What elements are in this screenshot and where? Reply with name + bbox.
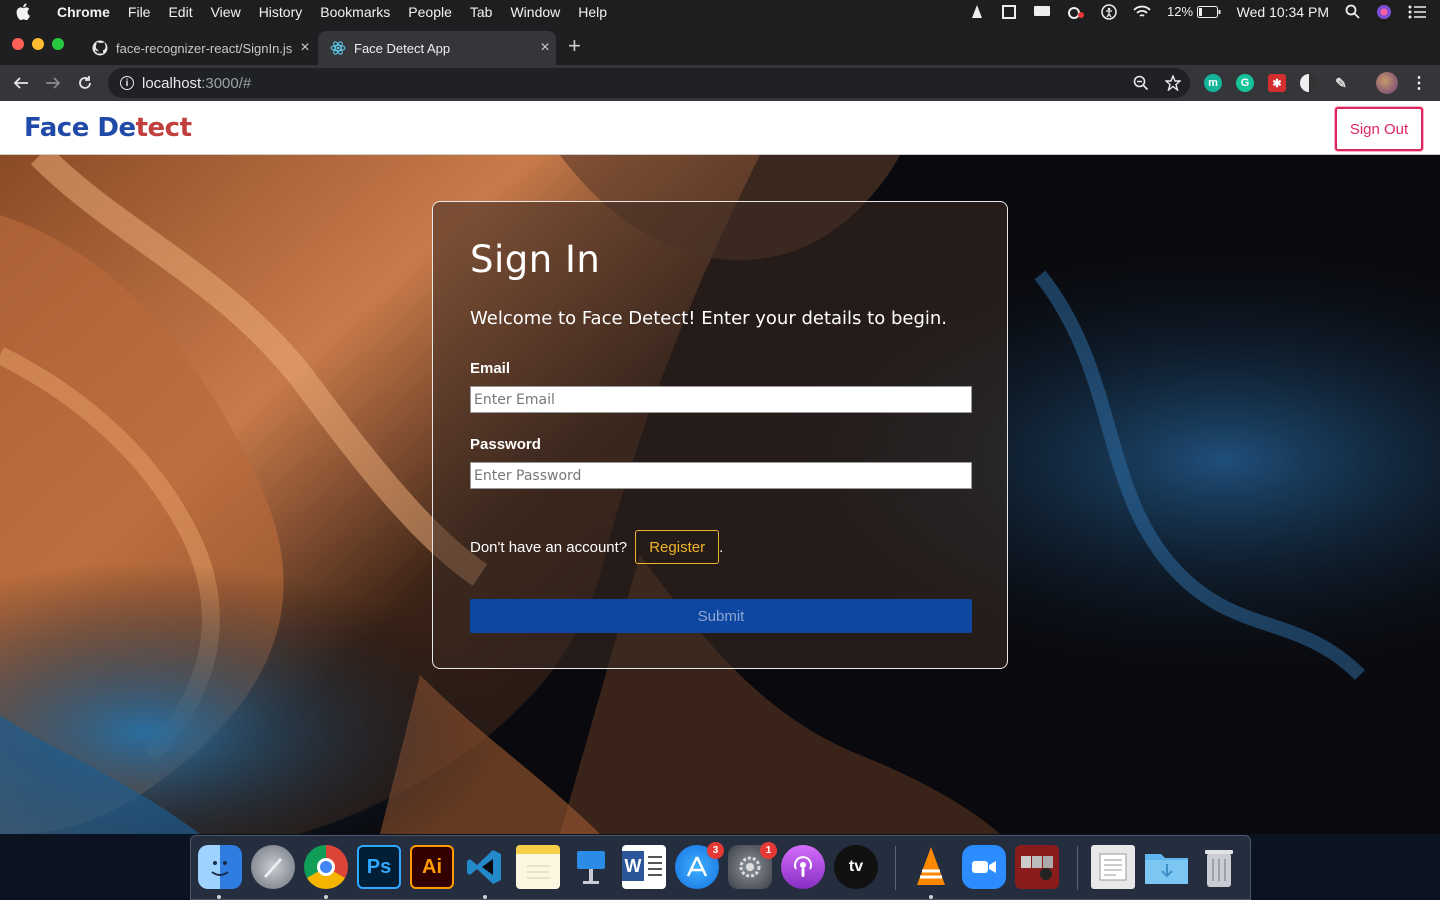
chrome-icon[interactable] [304, 845, 348, 889]
app-store-badge: 3 [707, 842, 724, 859]
menu-file[interactable]: File [128, 4, 151, 20]
window-controls [12, 38, 64, 50]
finder-icon[interactable] [198, 845, 242, 889]
menu-chrome[interactable]: Chrome [57, 4, 110, 20]
email-label: Email [470, 360, 511, 377]
vlc-status-icon[interactable] [969, 4, 985, 20]
tab-title: face-recognizer-react/SignIn.js [116, 40, 293, 56]
display-status-icon[interactable] [1033, 5, 1051, 19]
pen-extension-icon[interactable]: ✎ [1332, 74, 1350, 92]
running-indicator [217, 895, 221, 899]
extension-red-icon[interactable]: ✱ [1268, 74, 1286, 92]
running-indicator [324, 895, 328, 899]
url-host: localhost [142, 74, 202, 92]
forward-arrow-icon[interactable] [37, 67, 69, 99]
chrome-menu-icon[interactable]: ⋮ [1410, 74, 1428, 92]
submit-button[interactable]: Submit [470, 599, 972, 633]
tab-face-detect-app[interactable]: Face Detect App × [318, 31, 556, 65]
sign-in-card: Sign In Welcome to Face Detect! Enter yo… [432, 201, 1008, 669]
launchpad-icon[interactable] [251, 845, 295, 889]
close-tab-icon[interactable]: × [294, 39, 316, 57]
react-icon [330, 40, 348, 56]
siri-icon[interactable] [1376, 4, 1392, 20]
menu-view[interactable]: View [211, 4, 241, 20]
tool-status-icon[interactable] [1001, 4, 1017, 20]
photoshop-icon[interactable]: Ps [357, 845, 401, 889]
grammarly-icon[interactable]: G [1236, 74, 1254, 92]
browser-tabstrip: face-recognizer-react/SignIn.js × Face D… [0, 23, 1440, 65]
dock-separator [1077, 846, 1078, 890]
app-store-icon[interactable]: 3 [675, 842, 724, 889]
battery-icon [1196, 5, 1221, 18]
menu-tab[interactable]: Tab [470, 4, 493, 20]
notification-center-icon[interactable] [1408, 5, 1426, 19]
accessibility-icon[interactable] [1101, 3, 1117, 20]
browser-toolbar: i localhost:3000/# m G ✱ ✎ ⋮ [0, 65, 1440, 101]
dark-mode-icon[interactable] [1300, 74, 1318, 92]
url-path: :3000/# [201, 74, 252, 92]
creative-cloud-icon[interactable] [1067, 5, 1085, 19]
dock-separator [895, 846, 896, 890]
vlc-icon[interactable] [909, 845, 953, 889]
menu-edit[interactable]: Edit [168, 4, 192, 20]
vscode-icon[interactable] [463, 845, 507, 889]
system-preferences-icon[interactable]: 1 [728, 842, 777, 889]
close-window-button[interactable] [12, 38, 24, 50]
password-field[interactable] [470, 462, 972, 489]
menu-people[interactable]: People [408, 4, 452, 20]
reload-icon[interactable] [69, 67, 101, 99]
podcasts-icon[interactable] [781, 845, 825, 889]
menu-history[interactable]: History [259, 4, 303, 20]
tab-title: Face Detect App [354, 40, 451, 56]
notes-icon[interactable] [516, 845, 560, 889]
illustrator-icon[interactable]: Ai [410, 845, 454, 889]
running-indicator [929, 895, 933, 899]
register-trailing-period: . [719, 538, 724, 556]
register-button[interactable]: Register [635, 530, 720, 564]
profile-avatar[interactable] [1376, 72, 1398, 94]
wifi-icon[interactable] [1133, 5, 1151, 19]
menu-help[interactable]: Help [578, 4, 607, 20]
password-label: Password [470, 436, 541, 453]
running-indicator [483, 895, 487, 899]
settings-badge: 1 [760, 842, 777, 859]
downloads-folder-icon[interactable] [1144, 845, 1188, 889]
new-tab-plus-icon[interactable]: + [568, 35, 581, 57]
tab-github-signin[interactable]: face-recognizer-react/SignIn.js × [80, 31, 316, 65]
address-bar[interactable]: i localhost:3000/# [108, 68, 1190, 98]
sign-out-button[interactable]: Sign Out [1335, 107, 1423, 151]
zoom-magnifier-icon[interactable] [1132, 74, 1150, 92]
menu-bookmarks[interactable]: Bookmarks [320, 4, 390, 20]
macos-menubar: Chrome File Edit View History Bookmarks … [0, 0, 1440, 23]
macos-dock: Ps Ai W 3 1 tv [190, 835, 1251, 900]
zoom-icon[interactable] [962, 845, 1006, 889]
sign-in-subtitle: Welcome to Face Detect! Enter your detai… [470, 308, 947, 329]
battery-percent: 12% [1167, 4, 1221, 19]
document-stack-icon[interactable] [1091, 845, 1135, 889]
photo-booth-icon[interactable] [1015, 845, 1059, 889]
menu-window[interactable]: Window [510, 4, 560, 20]
email-field[interactable] [470, 386, 972, 413]
spotlight-search-icon[interactable] [1345, 4, 1360, 19]
close-tab-icon[interactable]: × [534, 39, 556, 57]
word-icon[interactable]: W [622, 845, 666, 889]
github-icon [92, 40, 110, 56]
face-detect-logo[interactable]: Face Detect [24, 113, 192, 143]
apple-tv-icon[interactable]: tv [834, 845, 878, 889]
trash-icon[interactable] [1197, 845, 1241, 889]
extension-m-icon[interactable]: m [1204, 74, 1222, 92]
bookmark-star-icon[interactable] [1164, 74, 1182, 92]
site-info-icon[interactable]: i [120, 76, 134, 90]
apple-icon[interactable] [16, 3, 38, 20]
zoom-window-button[interactable] [52, 38, 64, 50]
register-prompt: Don't have an account? Register . [470, 530, 723, 564]
no-account-text: Don't have an account? [470, 538, 628, 556]
keynote-icon[interactable] [569, 845, 613, 889]
sign-in-title: Sign In [470, 238, 601, 281]
web-page: Face Detect Sign Out Sign In Welcome to … [0, 101, 1440, 834]
menubar-clock[interactable]: Wed 10:34 PM [1237, 4, 1329, 20]
back-arrow-icon[interactable] [5, 67, 37, 99]
app-navbar: Face Detect Sign Out [0, 101, 1440, 155]
minimize-window-button[interactable] [32, 38, 44, 50]
